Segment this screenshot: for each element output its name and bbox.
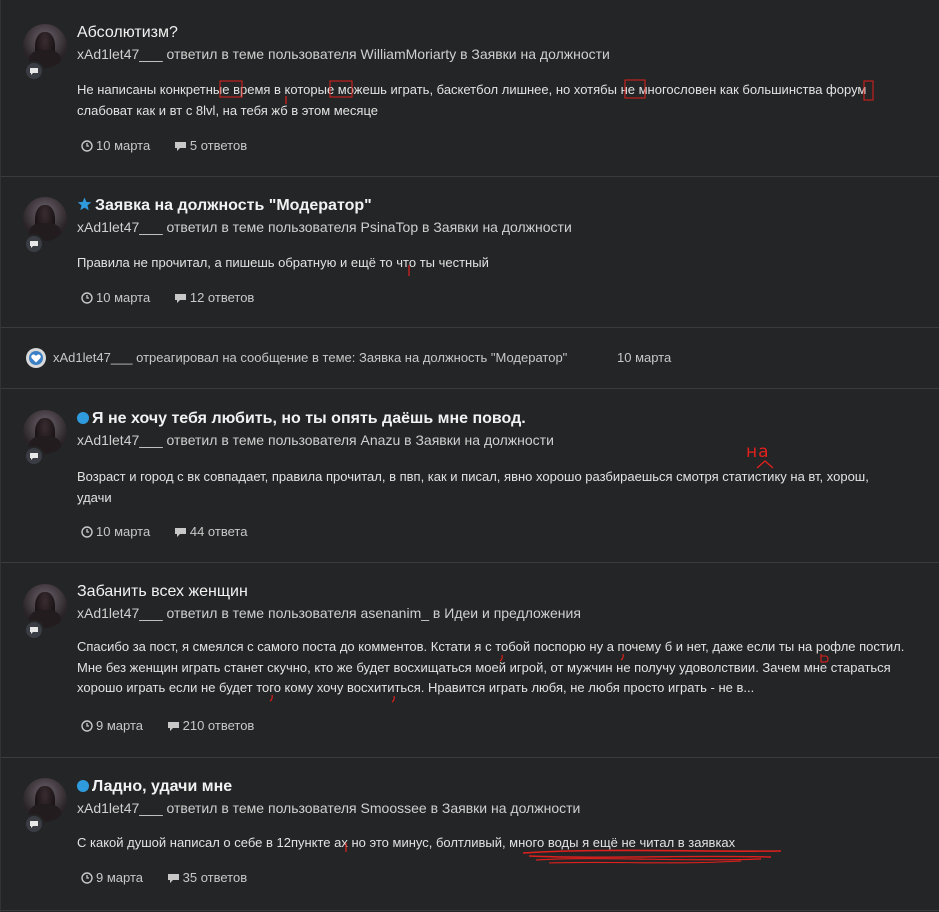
reply-count: 12 ответов	[189, 290, 255, 305]
in-word: в	[432, 605, 441, 621]
comment-icon	[167, 874, 179, 883]
topic-title[interactable]: Абсолютизм?	[77, 24, 178, 42]
topic-title[interactable]: Ладно, удачи мне	[77, 778, 232, 796]
reaction-item: xAd1let47___ отреагировал на сообщение в…	[1, 328, 939, 389]
clock-icon	[81, 872, 93, 884]
activity-item: Абсолютизм? xAd1let47___ ответил в теме …	[1, 0, 939, 177]
author-link[interactable]: xAd1let47___	[53, 350, 133, 365]
byline: xAd1let47___ ответил в теме пользователя…	[77, 46, 610, 62]
post-excerpt: С какой душой написал о себе в 12пункте …	[77, 835, 736, 850]
topic-author-link[interactable]: Smoossee	[361, 800, 427, 816]
post-excerpt: Не написаны конкретные время в которые м…	[77, 82, 867, 118]
in-word: в	[404, 432, 412, 448]
unread-dot-icon	[77, 412, 89, 424]
item-stats: 9 марта 210 ответов	[81, 718, 274, 733]
clock-icon	[81, 526, 93, 538]
in-word: в	[430, 800, 439, 816]
author-link[interactable]: xAd1let47___	[77, 46, 163, 62]
date-stat: 10 марта	[81, 138, 150, 153]
author-link[interactable]: xAd1let47___	[77, 605, 163, 621]
activity-item: Я не хочу тебя любить, но ты опять даёшь…	[1, 389, 939, 563]
date-stat: 9 марта	[81, 870, 143, 885]
byline: xAd1let47___ ответил в теме пользователя…	[77, 219, 572, 235]
topic-author-link[interactable]: asenanim_	[361, 605, 430, 621]
item-stats: 9 марта 35 ответов	[81, 870, 267, 885]
topic-title-text[interactable]: Ладно, удачи мне	[92, 778, 232, 795]
reaction-text: xAd1let47___ отреагировал на сообщение в…	[53, 350, 567, 365]
reply-badge-icon	[24, 620, 44, 640]
comment-icon	[174, 528, 186, 537]
like-reaction-icon	[26, 348, 46, 368]
featured-star-icon	[77, 197, 92, 211]
post-date[interactable]: 10 марта	[96, 138, 150, 153]
comment-icon	[167, 722, 179, 731]
reply-count: 210 ответов	[182, 718, 255, 733]
topic-author-link[interactable]: Anazu	[361, 432, 401, 448]
post-date[interactable]: 9 марта	[96, 870, 143, 885]
in-word: в	[422, 219, 430, 235]
forum-link[interactable]: Заявки на должности	[433, 219, 571, 235]
replies-stat: 44 ответа	[174, 524, 248, 539]
date-stat: 10 марта	[81, 524, 150, 539]
reaction-description[interactable]: отреагировал на сообщение в теме: Заявка…	[136, 350, 567, 365]
activity-item: Заявка на должность "Модератор" xAd1let4…	[1, 177, 939, 328]
clock-icon	[81, 292, 93, 304]
topic-title-text[interactable]: Заявка на должность "Модератор"	[95, 197, 372, 214]
byline: xAd1let47___ ответил в теме пользователя…	[77, 605, 581, 621]
item-stats: 10 марта 12 ответов	[81, 290, 274, 305]
byline: xAd1let47___ ответил в теме пользователя…	[77, 432, 554, 448]
forum-link[interactable]: Заявки на должности	[415, 432, 553, 448]
post-date[interactable]: 10 марта	[96, 524, 150, 539]
byline: xAd1let47___ ответил в теме пользователя…	[77, 800, 580, 816]
reply-count: 44 ответа	[189, 524, 248, 539]
reply-badge-icon	[24, 446, 44, 466]
replies-stat: 5 ответов	[174, 138, 247, 153]
topic-title[interactable]: Я не хочу тебя любить, но ты опять даёшь…	[77, 410, 526, 428]
reply-count: 5 ответов	[189, 138, 248, 153]
activity-item: Ладно, удачи мне xAd1let47___ ответил в …	[1, 758, 939, 911]
topic-author-link[interactable]: PsinaTop	[361, 219, 419, 235]
activity-feed: Абсолютизм? xAd1let47___ ответил в теме …	[0, 0, 939, 912]
date-stat: 10 марта	[81, 290, 150, 305]
item-stats: 10 марта 5 ответов	[81, 138, 267, 153]
action-text: ответил в теме пользователя	[166, 800, 357, 816]
topic-title[interactable]: Заявка на должность "Модератор"	[77, 197, 372, 215]
in-word: в	[460, 46, 468, 62]
topic-title-text[interactable]: Я не хочу тебя любить, но ты опять даёшь…	[92, 410, 526, 427]
clock-icon	[81, 140, 93, 152]
replies-stat: 35 ответов	[167, 870, 247, 885]
reaction-date[interactable]: 10 марта	[617, 350, 671, 365]
post-excerpt: Правила не прочитал, а пишешь обратную и…	[77, 255, 489, 270]
reply-badge-icon	[24, 61, 44, 81]
post-excerpt: Спасибо за пост, я смеялся с самого пост…	[77, 639, 905, 695]
replies-stat: 210 ответов	[167, 718, 255, 733]
topic-title[interactable]: Забанить всех женщин	[77, 583, 248, 601]
reply-badge-icon	[24, 234, 44, 254]
comment-icon	[174, 294, 186, 303]
author-link[interactable]: xAd1let47___	[77, 219, 163, 235]
forum-link[interactable]: Заявки на должности	[471, 46, 609, 62]
action-text: ответил в теме пользователя	[166, 605, 357, 621]
activity-item: Забанить всех женщин xAd1let47___ ответи…	[1, 563, 939, 758]
date-stat: 9 марта	[81, 718, 143, 733]
comment-icon	[174, 142, 186, 151]
reply-badge-icon	[24, 814, 44, 834]
forum-link[interactable]: Идеи и предложения	[444, 605, 581, 621]
item-stats: 10 марта 44 ответа	[81, 524, 267, 539]
unread-dot-icon	[77, 780, 89, 792]
topic-author-link[interactable]: WilliamMoriarty	[361, 46, 457, 62]
post-date[interactable]: 10 марта	[96, 290, 150, 305]
author-link[interactable]: xAd1let47___	[77, 800, 163, 816]
action-text: ответил в теме пользователя	[166, 46, 357, 62]
author-link[interactable]: xAd1let47___	[77, 432, 163, 448]
clock-icon	[81, 720, 93, 732]
post-excerpt: Возраст и город с вк совпадает, правила …	[77, 469, 869, 505]
forum-link[interactable]: Заявки на должности	[442, 800, 580, 816]
action-text: ответил в теме пользователя	[166, 432, 357, 448]
reply-count: 35 ответов	[182, 870, 248, 885]
replies-stat: 12 ответов	[174, 290, 254, 305]
post-date[interactable]: 9 марта	[96, 718, 143, 733]
action-text: ответил в теме пользователя	[166, 219, 357, 235]
